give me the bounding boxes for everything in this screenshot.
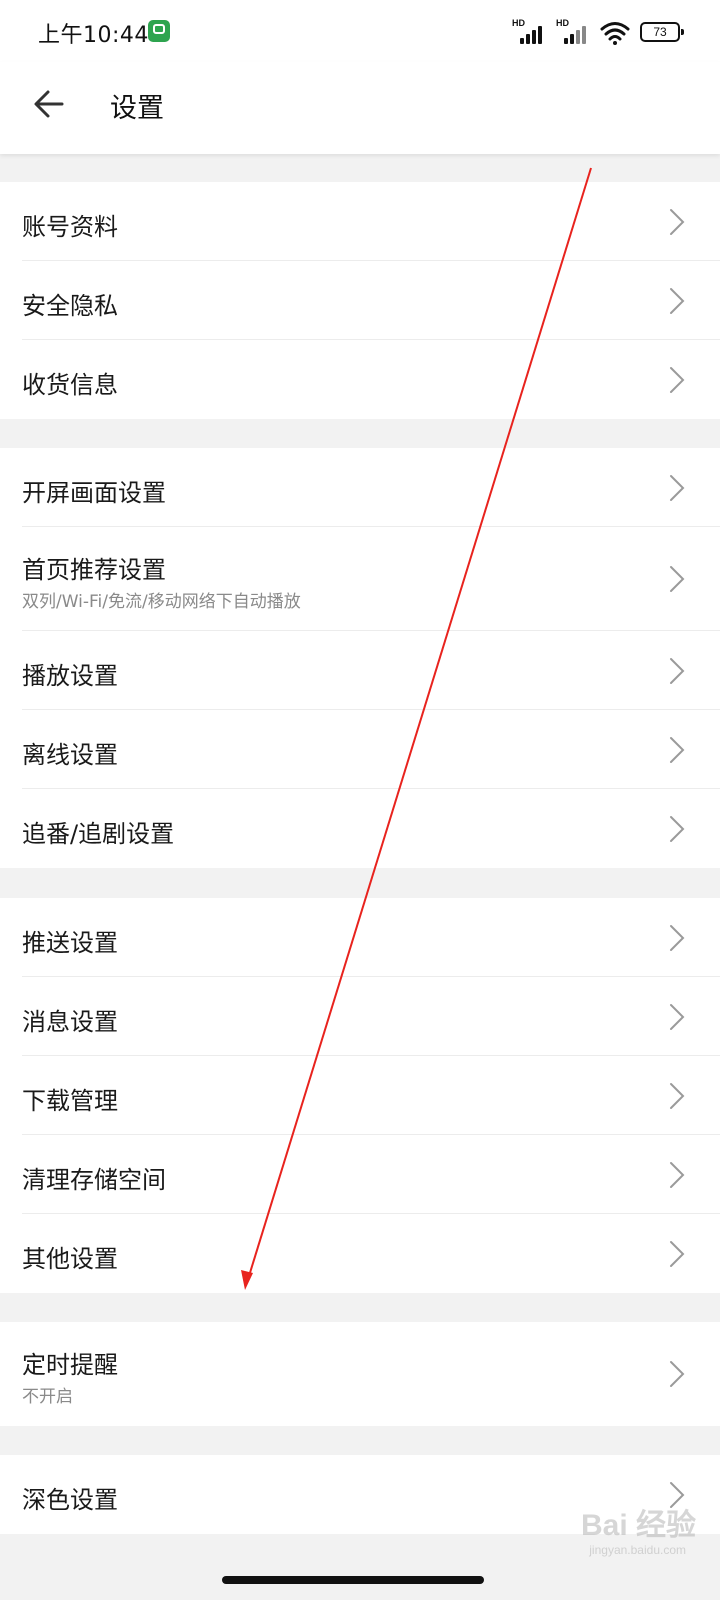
settings-row-security-privacy[interactable]: 安全隐私 xyxy=(0,261,720,340)
app-notification-icon xyxy=(148,20,170,42)
row-label: 深色设置 xyxy=(22,1486,118,1514)
chevron-right-icon xyxy=(670,475,685,501)
row-label: 追番/追剧设置 xyxy=(22,820,175,848)
row-label: 离线设置 xyxy=(22,741,118,769)
cellular-signal-icon: HD xyxy=(512,18,546,46)
settings-row-push[interactable]: 推送设置 xyxy=(0,898,720,977)
wifi-icon xyxy=(600,22,630,45)
status-bar: 上午10:44 HD HD 73 xyxy=(0,0,720,62)
row-subtitle: 双列/Wi-Fi/免流/移动网络下自动播放 xyxy=(22,592,301,612)
row-subtitle: 不开启 xyxy=(22,1387,73,1407)
chevron-right-icon xyxy=(670,1083,685,1109)
chevron-right-icon xyxy=(670,1162,685,1188)
settings-row-follow-series[interactable]: 追番/追剧设置 xyxy=(0,789,720,868)
row-label: 推送设置 xyxy=(22,929,118,957)
row-label: 消息设置 xyxy=(22,1008,118,1036)
chevron-right-icon xyxy=(670,737,685,763)
settings-row-playback[interactable]: 播放设置 xyxy=(0,631,720,710)
row-label: 其他设置 xyxy=(22,1245,118,1273)
chevron-right-icon xyxy=(670,1004,685,1030)
settings-row-shipping-info[interactable]: 收货信息 xyxy=(0,340,720,419)
settings-group-reminder: 定时提醒 不开启 xyxy=(0,1322,720,1426)
baidu-watermark-url: jingyan.baidu.com xyxy=(589,1543,686,1557)
row-label: 定时提醒 xyxy=(22,1351,118,1379)
chevron-right-icon xyxy=(670,566,685,592)
settings-group-display: 开屏画面设置 首页推荐设置 双列/Wi-Fi/免流/移动网络下自动播放 播放设置… xyxy=(0,448,720,868)
settings-row-clear-storage[interactable]: 清理存储空间 xyxy=(0,1135,720,1214)
row-label: 开屏画面设置 xyxy=(22,479,166,507)
chevron-right-icon xyxy=(670,816,685,842)
settings-row-account-profile[interactable]: 账号资料 xyxy=(0,182,720,261)
cellular-signal-icon-2: HD xyxy=(556,18,590,46)
row-label: 首页推荐设置 xyxy=(22,556,166,584)
settings-row-downloads[interactable]: 下载管理 xyxy=(0,1056,720,1135)
chevron-right-icon xyxy=(670,209,685,235)
page-title: 设置 xyxy=(110,93,164,124)
chevron-right-icon xyxy=(670,1361,685,1387)
settings-row-home-recommend[interactable]: 首页推荐设置 双列/Wi-Fi/免流/移动网络下自动播放 xyxy=(0,527,720,631)
status-time: 上午10:44 xyxy=(38,23,149,48)
baidu-watermark: Bai 经验 xyxy=(580,1509,696,1542)
signal-hd-label: HD xyxy=(512,18,525,28)
settings-row-splash-screen[interactable]: 开屏画面设置 xyxy=(0,448,720,527)
signal-hd-label-2: HD xyxy=(556,18,569,28)
settings-row-offline[interactable]: 离线设置 xyxy=(0,710,720,789)
settings-row-messages[interactable]: 消息设置 xyxy=(0,977,720,1056)
chevron-right-icon xyxy=(670,367,685,393)
chevron-right-icon xyxy=(670,658,685,684)
row-label: 账号资料 xyxy=(22,213,118,241)
home-indicator[interactable] xyxy=(222,1576,484,1584)
chevron-right-icon xyxy=(670,288,685,314)
row-label: 清理存储空间 xyxy=(22,1166,166,1194)
settings-group-account: 账号资料 安全隐私 收货信息 xyxy=(0,182,720,419)
row-label: 收货信息 xyxy=(22,371,118,399)
settings-group-notifications: 推送设置 消息设置 下载管理 清理存储空间 其他设置 xyxy=(0,898,720,1293)
chevron-right-icon xyxy=(670,1241,685,1267)
row-label: 下载管理 xyxy=(22,1087,118,1115)
status-icons: HD HD 73 xyxy=(512,16,684,46)
app-header: 设置 xyxy=(0,62,720,154)
battery-icon: 73 xyxy=(640,22,684,42)
chevron-right-icon xyxy=(670,925,685,951)
settings-row-timed-reminder[interactable]: 定时提醒 不开启 xyxy=(0,1322,720,1426)
settings-row-other[interactable]: 其他设置 xyxy=(0,1214,720,1293)
back-arrow-icon[interactable] xyxy=(30,84,70,124)
row-label: 安全隐私 xyxy=(22,292,118,320)
row-label: 播放设置 xyxy=(22,662,118,690)
